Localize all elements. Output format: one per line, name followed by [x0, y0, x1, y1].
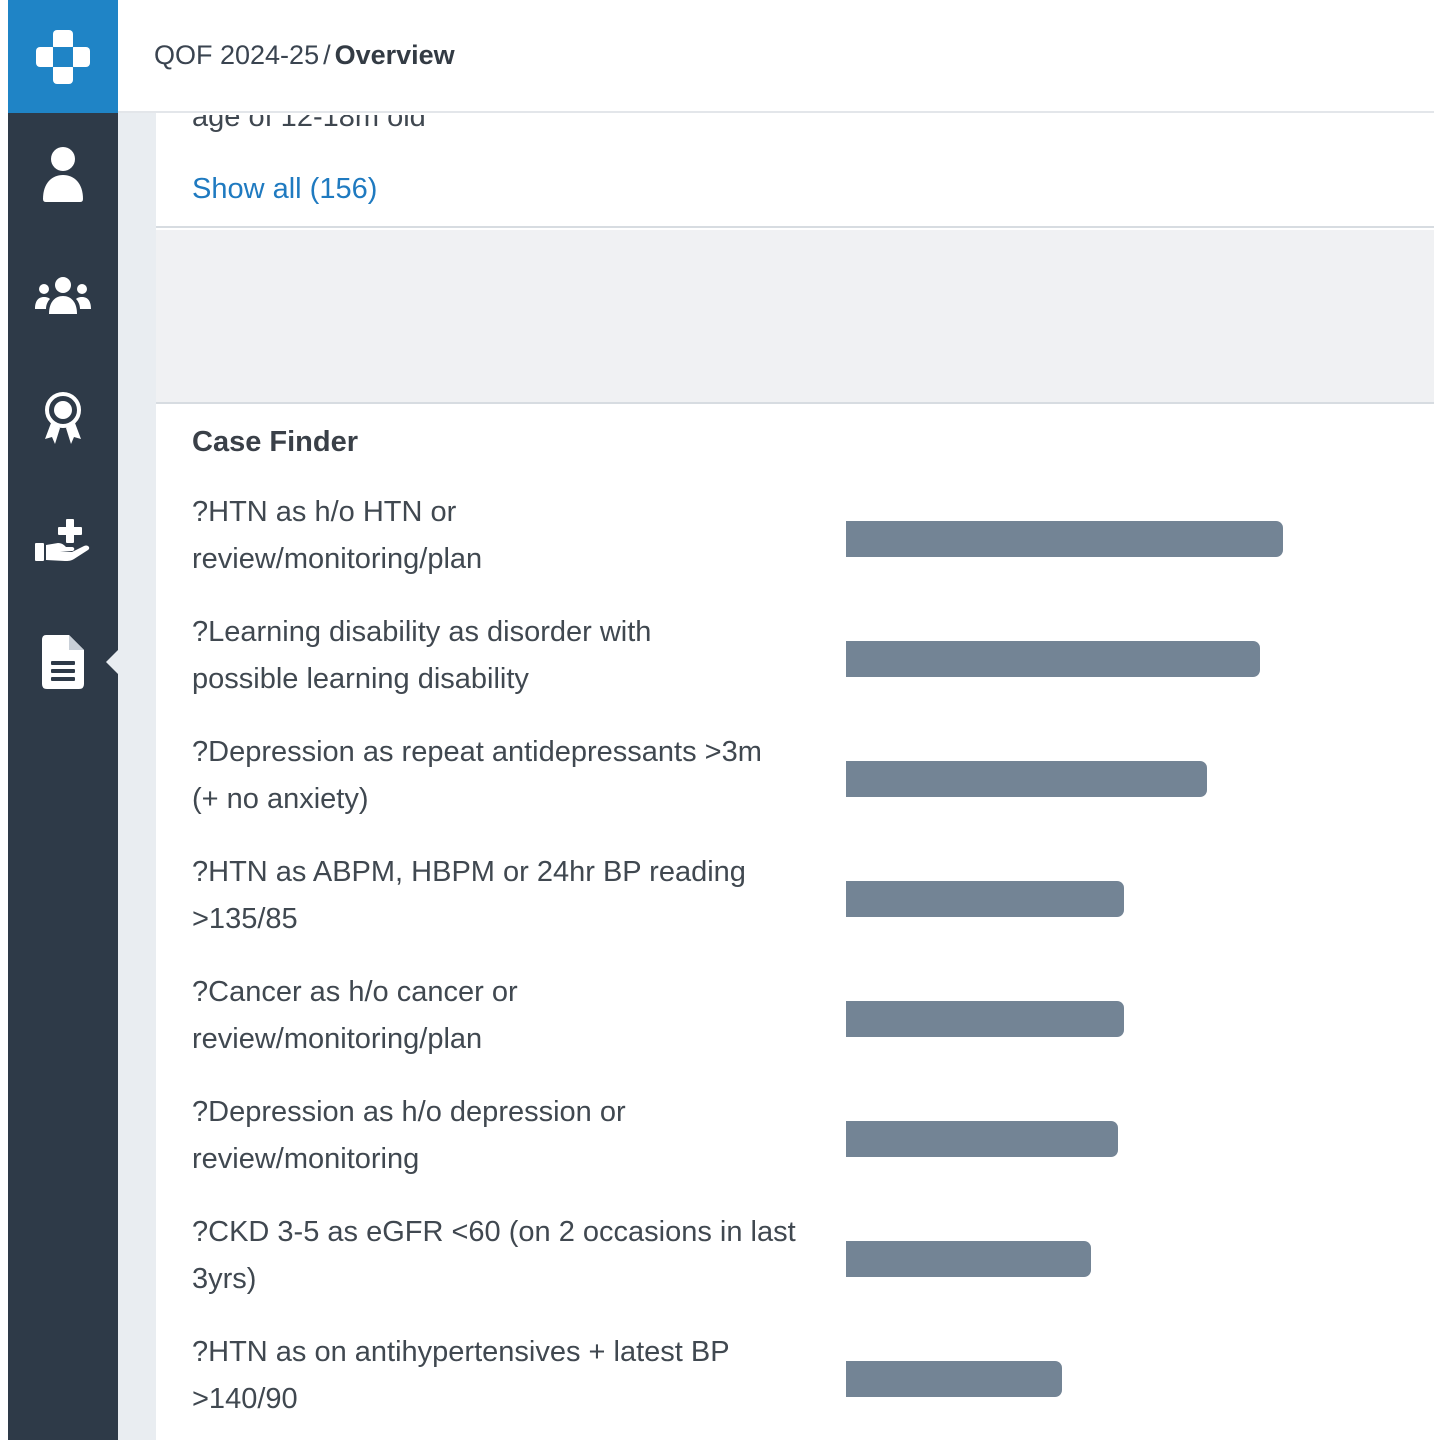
nav-item-reports[interactable] [8, 612, 118, 712]
case-finder-label: ?CKD 3-5 as eGFR <60 (on 2 occasions in … [192, 1209, 812, 1303]
active-indicator [106, 650, 118, 674]
case-finder-label: ?HTN as ABPM, HBPM or 24hr BP reading >13… [192, 849, 812, 943]
nav-item-groups[interactable] [8, 246, 118, 346]
case-finder-title: Case Finder [192, 426, 358, 458]
case-finder-label-line1: ?Depression as h/o depression or [192, 1096, 626, 1128]
logo[interactable] [8, 0, 118, 113]
case-finder-label: ?Depression as repeat antidepressants >3… [192, 729, 812, 823]
case-finder-label: ?Depression as h/o depression or review/m… [192, 1089, 812, 1183]
nav-item-patient[interactable] [8, 124, 118, 224]
nav-item-achievements[interactable] [8, 368, 118, 468]
left-edge-strip [0, 0, 8, 1440]
case-finder-label: ?HTN as on antihypertensives + latest BP… [192, 1329, 812, 1423]
case-finder-label-line2: 3yrs) [192, 1263, 257, 1295]
case-finder-bar-track [846, 521, 1346, 557]
case-finder-list: ?HTN as h/o HTN or review/monitoring/plan… [192, 491, 1392, 1440]
case-finder-label: ?Learning disability as disorder with pos… [192, 609, 812, 703]
case-finder-label-line1: ?Cancer as h/o cancer or [192, 976, 518, 1008]
top-bar: QOF 2024-25/Overview [118, 0, 1434, 113]
case-finder-label: ?Cancer as h/o cancer or review/monitorin… [192, 969, 812, 1063]
case-finder-bar-track [846, 761, 1346, 797]
document-icon [42, 635, 84, 689]
case-finder-bar[interactable] [846, 521, 1283, 557]
cut-off-text: age of 12-18m old [192, 115, 426, 133]
case-finder-label-line1: ?HTN as h/o HTN or [192, 496, 457, 528]
case-finder-bar-track [846, 1361, 1346, 1397]
show-all-link[interactable]: Show all (156) [192, 173, 377, 206]
case-finder-label-line2: (+ no anxiety) [192, 783, 369, 815]
case-finder-bar[interactable] [846, 1361, 1062, 1397]
hand-medical-icon [35, 519, 90, 561]
case-finder-row[interactable]: ?Depression as h/o depression or review/m… [192, 1091, 1392, 1211]
main-content: age of 12-18m old Show all (156) Case Fi… [156, 115, 1434, 1440]
case-finder-row[interactable]: ?HTN as h/o HTN or review/monitoring/plan [192, 491, 1392, 611]
case-finder-label-line1: ?HTN as on antihypertensives + latest BP [192, 1336, 730, 1368]
case-finder-row[interactable]: ?Cancer as h/o cancer or review/monitorin… [192, 971, 1392, 1091]
previous-section-card: age of 12-18m old Show all (156) [156, 115, 1434, 228]
case-finder-card: Case Finder ?HTN as h/o HTN or review/mon… [156, 406, 1434, 1440]
case-finder-bar-track [846, 1241, 1346, 1277]
medical-cross-logo-icon [36, 29, 90, 84]
case-finder-bar-track [846, 881, 1346, 917]
case-finder-bar[interactable] [846, 1001, 1124, 1037]
case-finder-bar[interactable] [846, 1241, 1091, 1277]
case-finder-label-line1: ?CKD 3-5 as eGFR <60 (on 2 occasions in … [192, 1216, 796, 1248]
case-finder-row[interactable]: ?HTN as on antihypertensives + latest BP… [192, 1331, 1392, 1440]
breadcrumb: QOF 2024-25/Overview [154, 40, 455, 71]
nav-item-care[interactable] [8, 490, 118, 590]
case-finder-label-line2: possible learning disability [192, 663, 529, 695]
user-icon [43, 147, 83, 202]
users-group-icon [35, 277, 91, 314]
case-finder-bar[interactable] [846, 761, 1207, 797]
case-finder-row[interactable]: ?HTN as ABPM, HBPM or 24hr BP reading >13… [192, 851, 1392, 971]
breadcrumb-parent[interactable]: QOF 2024-25 [154, 40, 319, 70]
case-finder-label-line1: ?Learning disability as disorder with [192, 616, 652, 648]
case-finder-label-line2: review/monitoring/plan [192, 543, 483, 575]
case-finder-label-line2: >140/90 [192, 1383, 298, 1415]
case-finder-bar-track [846, 1121, 1346, 1157]
content-gutter [118, 113, 156, 1440]
breadcrumb-current: Overview [334, 40, 455, 70]
case-finder-label-line2: review/monitoring/plan [192, 1023, 483, 1055]
case-finder-label-line1: ?HTN as ABPM, HBPM or 24hr BP reading [192, 856, 746, 888]
sidebar [8, 0, 118, 1440]
case-finder-label-line2: >135/85 [192, 903, 298, 935]
case-finder-row[interactable]: ?CKD 3-5 as eGFR <60 (on 2 occasions in … [192, 1211, 1392, 1331]
section-spacer [156, 230, 1434, 404]
case-finder-row[interactable]: ?Learning disability as disorder with pos… [192, 611, 1392, 731]
case-finder-bar[interactable] [846, 1121, 1118, 1157]
case-finder-label: ?HTN as h/o HTN or review/monitoring/plan [192, 489, 812, 583]
case-finder-bar[interactable] [846, 641, 1260, 677]
award-ribbon-icon [45, 392, 81, 444]
case-finder-label-line2: review/monitoring [192, 1143, 420, 1175]
case-finder-bar[interactable] [846, 881, 1124, 917]
case-finder-bar-track [846, 1001, 1346, 1037]
case-finder-bar-track [846, 641, 1346, 677]
case-finder-label-line1: ?Depression as repeat antidepressants >3… [192, 736, 762, 768]
breadcrumb-separator: / [323, 40, 331, 70]
case-finder-row[interactable]: ?Depression as repeat antidepressants >3… [192, 731, 1392, 851]
